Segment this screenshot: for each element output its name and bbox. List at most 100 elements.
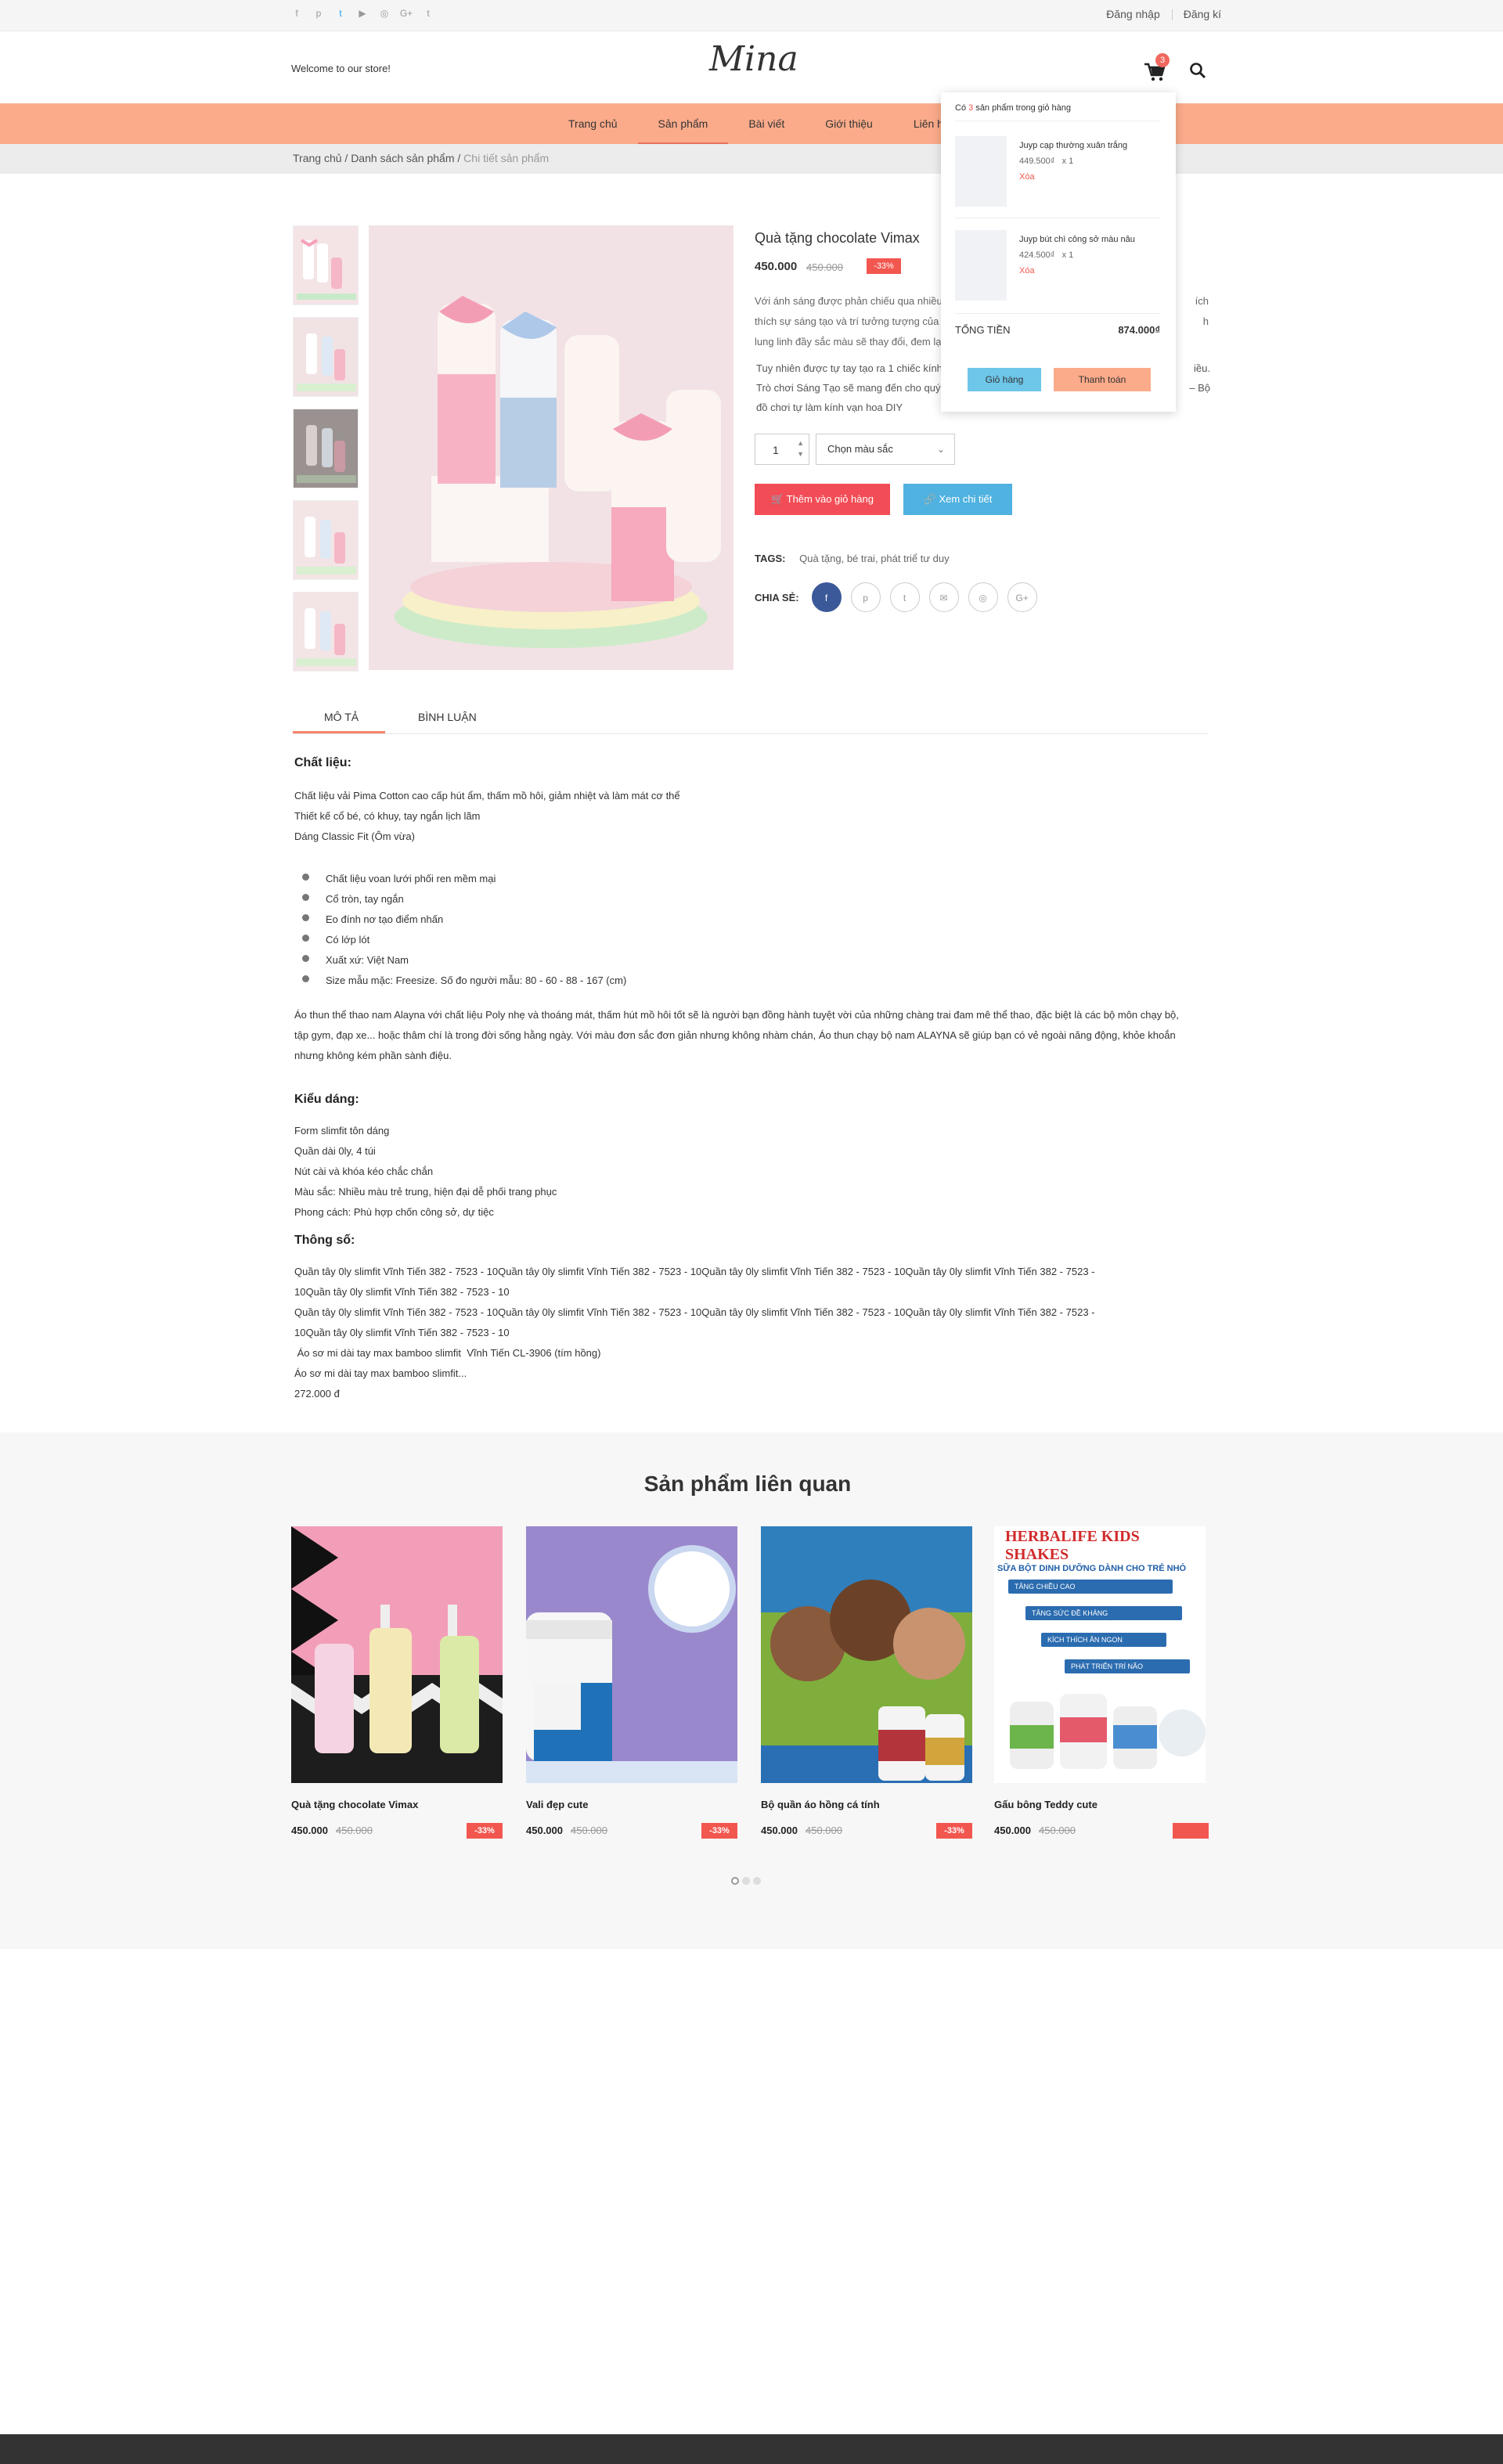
instagram-icon[interactable]: ◎ [377, 6, 391, 20]
share-twitter-icon[interactable]: t [889, 582, 920, 612]
cart-icon: 🛒 [771, 493, 787, 505]
tumblr-icon[interactable]: t [421, 6, 435, 20]
product-card-price: 450.000 450.000 [994, 1823, 1209, 1840]
text-line: Quần dài 0ly, 4 túi [294, 1145, 376, 1157]
product-card[interactable]: Vali đẹp cute 450.000 450.000 -33% [526, 1526, 737, 1840]
product-card-image[interactable] [291, 1526, 503, 1783]
mini-cart-item: Juyp cạp thường xuân trắng 449.500₫ x 1 … [955, 136, 1160, 222]
share-bar: CHIA SẺ: f p t ✉ ◎ G+ [755, 582, 1047, 612]
product-tabs: MÔ TẢ BÌNH LUẬN [293, 703, 1209, 734]
text-line: Form slimfit tôn dáng [294, 1125, 390, 1137]
banner-point: TĂNG CHIỀU CAO [1008, 1580, 1173, 1594]
stepper-arrows-icon[interactable]: ▲ ▼ [797, 438, 804, 459]
thumbnail[interactable] [293, 500, 359, 580]
facebook-icon[interactable]: f [290, 6, 304, 20]
product-card-image[interactable] [526, 1526, 737, 1783]
share-facebook-icon[interactable]: f [811, 582, 842, 612]
chevron-down-icon: ⌄ [936, 444, 945, 455]
breadcrumb-list[interactable]: Danh sách sản phẩm [351, 152, 454, 164]
youtube-icon[interactable]: ▶ [355, 6, 369, 20]
text-line: Dáng Classic Fit (Ôm vừa) [294, 830, 415, 842]
carousel-dot[interactable] [731, 1877, 739, 1885]
googleplus-icon[interactable]: G+ [399, 6, 413, 20]
divider [955, 313, 1160, 314]
list-item: Chất liệu voan lưới phối ren mềm mại [302, 869, 626, 889]
product-card[interactable]: Quà tặng chocolate Vimax 450.000 450.000 … [291, 1526, 503, 1840]
thumbnail[interactable] [293, 317, 359, 397]
card-discount-badge: -33% [467, 1823, 503, 1839]
mini-cart-item-image[interactable] [955, 230, 1007, 301]
material-text: Chất liệu vải Pima Cotton cao cấp hút ẩm… [294, 786, 680, 847]
twitter-icon[interactable]: t [333, 6, 348, 20]
text-line: 10Quần tây 0ly slimfit Vĩnh Tiến 382 - 7… [294, 1327, 510, 1338]
text-line: Phong cách: Phù hợp chốn công sở, dự tiệ… [294, 1206, 494, 1218]
pinterest-icon[interactable]: p [312, 6, 326, 20]
mini-cart-item: Juyp bút chì công sở màu nâu 424.500₫ x … [955, 230, 1160, 316]
share-instagram-icon[interactable]: ◎ [968, 582, 998, 612]
list-item: Eo đính nơ tạo điểm nhấn [302, 910, 626, 930]
banner-point: KÍCH THÍCH ĂN NGON [1041, 1633, 1166, 1647]
product-card-image[interactable] [761, 1526, 972, 1783]
product-card-name[interactable]: Quà tặng chocolate Vimax [291, 1799, 503, 1810]
mini-cart-head-pre: Có [955, 103, 967, 113]
mini-cart-remove-link[interactable]: Xóa [1019, 172, 1035, 182]
view-cart-button[interactable]: Giỏ hàng [968, 368, 1041, 391]
view-detail-label: Xem chi tiết [939, 493, 993, 505]
list-item: Cổ tròn, tay ngắn [302, 889, 626, 910]
tab-description[interactable]: MÔ TẢ [324, 711, 359, 723]
breadcrumb-bar [0, 144, 1503, 174]
product-title: Quà tặng chocolate Vimax [755, 230, 920, 246]
banner-point: PHÁT TRIỂN TRÍ NÃO [1065, 1659, 1190, 1673]
tab-comments[interactable]: BÌNH LUẬN [418, 711, 477, 723]
share-email-icon[interactable]: ✉ [928, 582, 959, 612]
nav-item-home[interactable]: Trang chủ [548, 103, 638, 144]
add-to-cart-button[interactable]: 🛒 Thêm vào giỏ hàng [755, 484, 890, 515]
thumbnail[interactable] [293, 225, 359, 305]
card-old-price: 450.000 [571, 1825, 607, 1836]
breadcrumb-home[interactable]: Trang chủ [293, 152, 342, 164]
site-logo[interactable]: Mina [709, 39, 798, 79]
product-card-image[interactable]: HERBALIFE KIDS SHAKES SỮA BỘT DINH DƯỠNG… [994, 1526, 1206, 1783]
nav-item-about[interactable]: Giới thiệu [805, 103, 893, 144]
search-icon[interactable] [1188, 61, 1207, 80]
thumbnail[interactable] [293, 592, 359, 672]
product-card-name[interactable]: Vali đẹp cute [526, 1799, 737, 1810]
mini-cart-count: 3 [968, 103, 974, 113]
product-card[interactable]: HERBALIFE KIDS SHAKES SỮA BỘT DINH DƯỠNG… [994, 1526, 1209, 1840]
specs-text: Quần tây 0ly slimfit Vĩnh Tiến 382 - 752… [294, 1262, 1179, 1404]
login-link[interactable]: Đăng nhập [1106, 8, 1173, 20]
desc-line-end: h [1202, 315, 1209, 327]
product-main-image[interactable] [369, 225, 733, 670]
add-to-cart-label: Thêm vào giỏ hàng [786, 493, 874, 505]
checkout-button[interactable]: Thanh toán [1054, 368, 1151, 391]
carousel-dot[interactable] [753, 1877, 761, 1885]
nav-item-blog[interactable]: Bài viết [728, 103, 805, 144]
mini-cart-remove-link[interactable]: Xóa [1019, 266, 1035, 276]
nav-item-products[interactable]: Sản phẩm [637, 103, 729, 144]
mini-cart-item-name[interactable]: Juyp cạp thường xuân trắng [1019, 141, 1127, 150]
share-googleplus-icon[interactable]: G+ [1007, 582, 1037, 612]
quantity-stepper[interactable]: 1 ▲ ▼ [755, 434, 809, 465]
product-thumbnails [293, 225, 359, 683]
mini-cart-price: 424.500₫ [1019, 250, 1055, 260]
mini-cart-item-name[interactable]: Juyp bút chì công sở màu nâu [1019, 235, 1135, 244]
related-title: Sản phẩm liên quan [643, 1472, 852, 1496]
view-detail-button[interactable]: 🔗 Xem chi tiết [903, 484, 1012, 515]
mini-cart-item-image[interactable] [955, 136, 1007, 207]
mini-cart-item-price: 449.500₫ x 1 [1019, 157, 1073, 166]
product-card[interactable]: Bộ quần áo hồng cá tính 450.000 450.000 -… [761, 1526, 972, 1840]
color-select[interactable]: Chọn màu sắc ⌄ [816, 434, 955, 465]
thumbnail[interactable] [293, 409, 359, 488]
carousel-dot[interactable] [742, 1877, 750, 1885]
share-pinterest-icon[interactable]: p [850, 582, 881, 612]
text-line: Màu sắc: Nhiều màu trẻ trung, hiện đại d… [294, 1186, 557, 1198]
register-link[interactable]: Đăng kí [1184, 8, 1221, 20]
tags-values[interactable]: Quà tặng, bé trai, phát triể tư duy [799, 553, 950, 564]
product-tags: TAGS: Quà tặng, bé trai, phát triể tư du… [755, 553, 950, 564]
card-price: 450.000 [291, 1825, 328, 1836]
product-card-name[interactable]: Bộ quần áo hồng cá tính [761, 1799, 972, 1810]
discount-badge: -33% [867, 258, 901, 274]
product-card-name[interactable]: Gấu bông Teddy cute [994, 1799, 1206, 1810]
style-text: Form slimfit tôn dáng Quần dài 0ly, 4 tú… [294, 1121, 557, 1223]
tags-label: TAGS: [755, 553, 786, 564]
